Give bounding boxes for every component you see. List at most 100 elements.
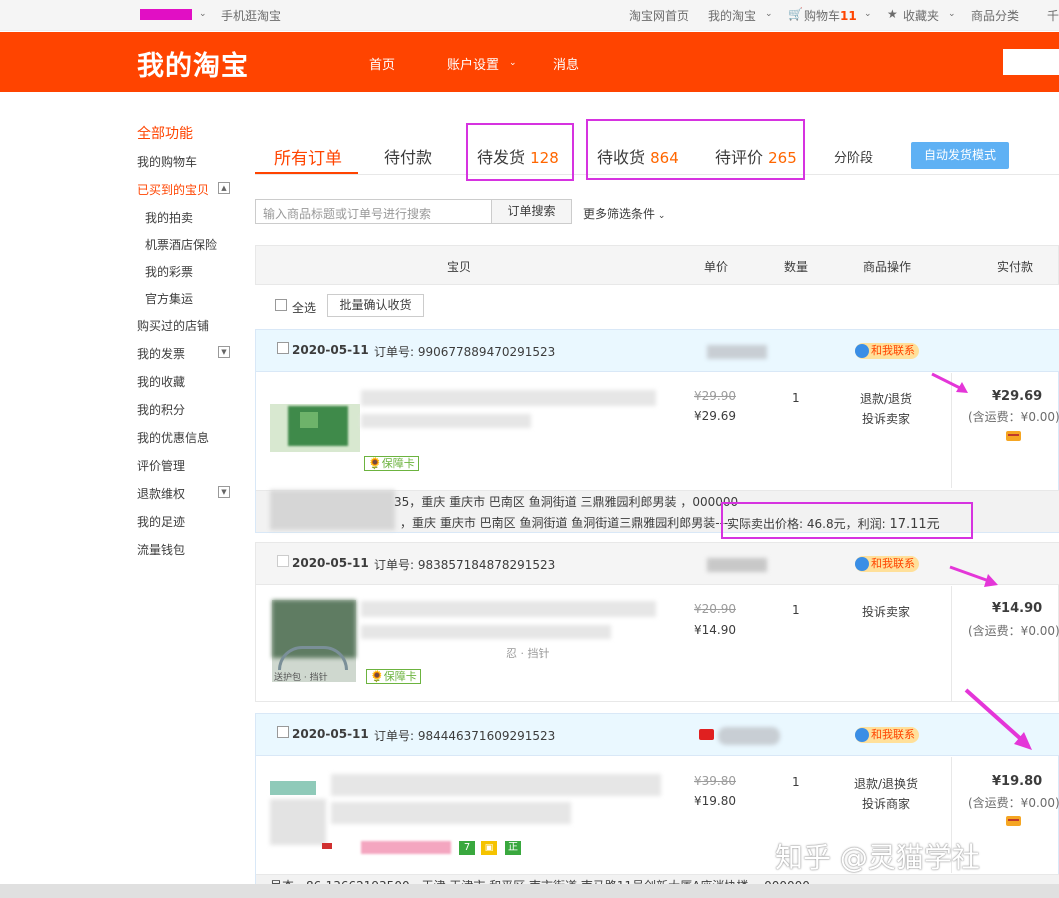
highlight-box-profit [721,502,973,539]
my-taobao-menu[interactable]: 我的淘宝 [708,7,756,24]
order-checkbox[interactable] [277,555,289,567]
order-search-button[interactable]: 订单搜索 [491,199,572,224]
order-checkbox[interactable] [277,726,289,738]
order-date: 2020-05-11 [292,343,369,357]
sidebar-item-purchased[interactable]: 已买到的宝贝 [137,181,209,198]
cart-link[interactable]: 购物车11 [804,7,857,24]
complain-seller-link[interactable]: 投诉卖家 [862,603,910,620]
sidebar-item-travel[interactable]: 机票酒店保险 [145,236,217,253]
card-icon[interactable] [1006,431,1021,441]
guarantee-label: 保障卡 [383,670,417,683]
sidebar-item-shops[interactable]: 购买过的店铺 [137,317,209,334]
quantity: 1 [792,391,800,405]
auto-ship-mode-button[interactable]: 自动发货模式 [911,142,1009,169]
shipping-fee: (含运费：¥0.00) [968,624,1059,638]
promo-tag-blurred [361,841,451,854]
unit-price: ¥19.80 [694,794,736,808]
order-header: 2020-05-11 订单号: 983857184878291523 和我联系 [256,543,1059,585]
shop-name-blurred[interactable] [707,558,767,572]
product-title-blurred[interactable] [331,774,661,796]
order-checkbox[interactable] [277,342,289,354]
highlight-box-to-ship [466,123,574,181]
sidebar-item-cart[interactable]: 我的购物车 [137,153,197,170]
shop-name-blurred[interactable] [718,727,780,745]
collapse-icon[interactable]: ▲ [218,182,230,194]
guarantee-label: 保障卡 [381,457,415,470]
cart-icon[interactable]: 🛒 [788,7,803,21]
shipping-fee: (含运费：¥0.00) [968,796,1059,810]
my-taobao-logo[interactable]: 我的淘宝 [137,44,249,83]
contact-seller-button[interactable]: 和我联系 [855,727,919,743]
highlight-box-receive-review [586,119,805,180]
annotation-arrow [949,565,998,587]
product-title-blurred[interactable] [361,390,656,406]
contact-seller-button[interactable]: 和我联系 [855,556,919,572]
expand-icon[interactable]: ▼ [218,486,230,498]
select-all-checkbox[interactable] [275,299,287,311]
cart-count: 11 [840,9,857,23]
select-all-label: 全选 [292,301,317,315]
quantity: 1 [792,603,800,617]
product-title-blurred[interactable] [361,601,656,617]
cart-label: 购物车 [804,9,841,23]
sidebar-item-lottery[interactable]: 我的彩票 [145,263,193,280]
chevron-down-icon[interactable]: ⌄ [948,9,956,19]
guarantee-badge[interactable]: 🌻保障卡 [364,456,419,471]
tab-installments[interactable]: 分阶段 [834,147,873,166]
paid-amount: ¥19.80 [992,774,1043,789]
unit-price: ¥29.69 [694,409,736,423]
order-search-input[interactable]: 输入商品标题或订单号进行搜索 [255,199,492,224]
refund-return-link[interactable]: 退款/退货 [860,390,912,407]
sidebar-item-reviews[interactable]: 评价管理 [137,457,185,474]
contact-seller-button[interactable]: 和我联系 [855,343,919,359]
complain-merchant-link[interactable]: 投诉商家 [862,795,910,812]
refund-exchange-link[interactable]: 退款/退换货 [854,775,918,792]
shipping-address-line: 35，重庆 重庆市 巴南区 鱼洞街道 三鼎雅园利郎男装 ，000000 [394,495,739,509]
shop-name-blurred[interactable] [707,345,767,359]
chevron-down-icon[interactable]: ⌄ [765,9,773,19]
chevron-down-icon[interactable]: ⌄ [509,58,517,68]
shipping-fee: (含运费：¥0.00) [968,410,1059,424]
original-price: ¥20.90 [694,602,736,616]
sidebar-item-consolidation[interactable]: 官方集运 [145,290,193,307]
nav-messages[interactable]: 消息 [553,54,579,73]
more-filters-link[interactable]: 更多筛选条件 ⌄ [583,205,665,222]
tab-unpaid[interactable]: 待付款 [384,144,432,168]
sidebar-item-invoices[interactable]: 我的发票 [137,345,185,362]
sidebar-item-data-wallet[interactable]: 流量钱包 [137,541,185,558]
sidebar-item-auctions[interactable]: 我的拍卖 [145,209,193,226]
main-header: 我的淘宝 首页 账户设置 ⌄ 消息 [0,32,1059,92]
nav-home[interactable]: 首页 [369,54,395,73]
sidebar-item-all-functions[interactable]: 全部功能 [137,123,193,143]
mobile-taobao-link[interactable]: 手机逛淘宝 [221,7,281,24]
sidebar-item-favorites[interactable]: 我的收藏 [137,373,185,390]
sidebar-item-points[interactable]: 我的积分 [137,401,185,418]
sidebar-item-refunds[interactable]: 退款维权 [137,485,185,502]
header-search-input[interactable] [1003,49,1059,75]
expand-icon[interactable]: ▼ [218,346,230,358]
product-thumbnail[interactable] [270,390,360,452]
sidebar-item-coupons[interactable]: 我的优惠信息 [137,429,209,446]
chevron-down-icon[interactable]: ⌄ [864,9,872,19]
order-header: 2020-05-11 订单号: 990677889470291523 和我联系 [256,330,1059,372]
guarantee-icon: 🌻 [368,457,382,470]
complain-seller-link[interactable]: 投诉卖家 [862,410,910,427]
categories-link[interactable]: 商品分类 [971,7,1019,24]
tab-all-orders[interactable]: 所有订单 [274,144,342,169]
batch-confirm-receipt-button[interactable]: 批量确认收货 [327,294,424,317]
order-date: 2020-05-11 [292,556,369,570]
user-name-redacted[interactable] [140,9,192,20]
favorites-link[interactable]: 收藏夹 [903,7,939,24]
sidebar-item-footprints[interactable]: 我的足迹 [137,513,185,530]
taobao-home-link[interactable]: 淘宝网首页 [629,7,689,24]
topbar-cut-text: 千 [1047,9,1059,23]
card-icon[interactable] [1006,816,1021,826]
nav-account-settings[interactable]: 账户设置 [447,54,499,73]
product-thumbnail[interactable]: 送护包 · 挡针 [272,600,356,683]
product-sku-fragment: 忍 · 挡针 [506,647,550,660]
shipping-address-line: ，重庆 重庆市 巴南区 鱼洞街道 鱼洞街道三鼎雅园利郎男装---- [400,516,733,530]
order-number: 订单号: 983857184878291523 [374,558,556,572]
guarantee-badge[interactable]: 🌻保障卡 [366,669,421,684]
chevron-down-icon[interactable]: ⌄ [199,9,207,19]
product-thumbnail[interactable] [270,781,332,851]
